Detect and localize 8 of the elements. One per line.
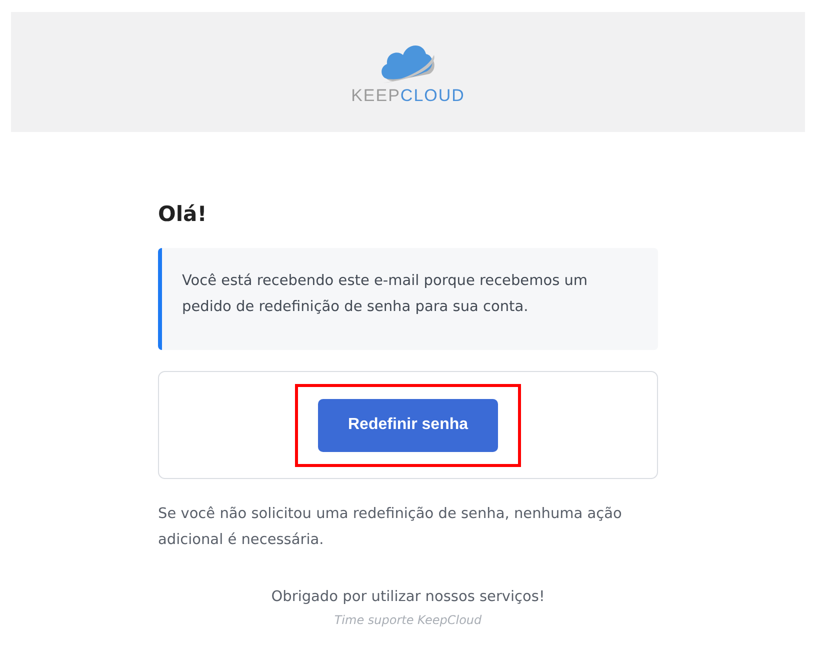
thanks-text: Obrigado por utilizar nossos serviços! <box>270 589 546 605</box>
logo-text: CLOUD <box>400 86 465 104</box>
notice-message: Você está recebendo este e-mail porque recebemos um pedido de redefinição de senha para sua conta. <box>158 248 658 350</box>
greeting-heading: Olá! <box>158 202 208 226</box>
reset-password-button[interactable]: Redefinir senha <box>318 398 498 452</box>
signature-text: Time suporte KeepCloud <box>333 613 483 627</box>
note-text: Se você não solicitou uma redefinição de senha, nenhuma ação adicional é necessária. <box>158 505 623 550</box>
logo-text: KEEP <box>351 86 400 104</box>
